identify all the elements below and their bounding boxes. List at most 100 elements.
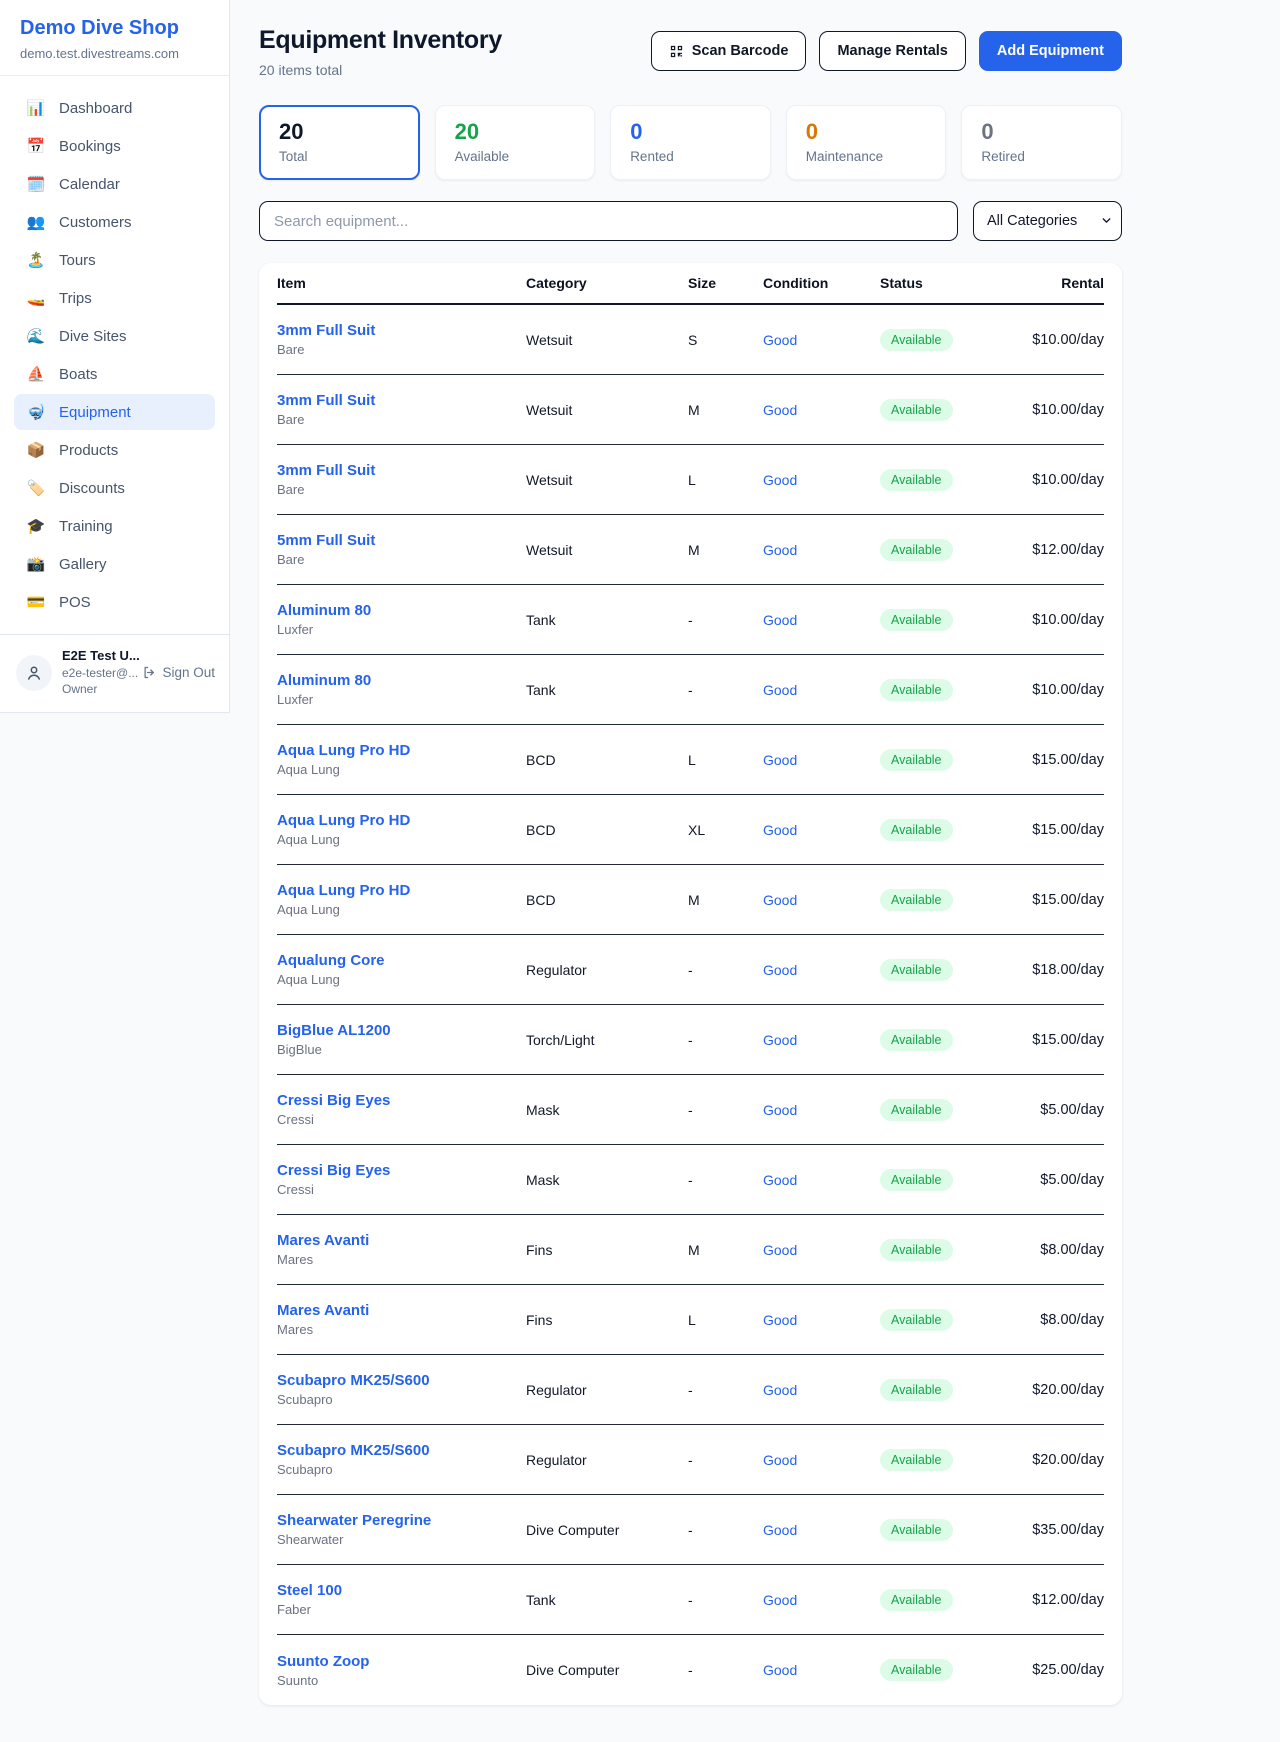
condition-link[interactable]: Good bbox=[763, 1452, 880, 1468]
item-brand: Scubapro bbox=[277, 1462, 526, 1477]
condition-link[interactable]: Good bbox=[763, 1172, 880, 1188]
sidebar-item-label: Equipment bbox=[59, 404, 131, 421]
item-name-link-5mm-full-suit[interactable]: 5mm Full Suit bbox=[277, 532, 526, 549]
item-name-link-mares-avanti[interactable]: Mares Avanti bbox=[277, 1302, 526, 1319]
item-brand: Suunto bbox=[277, 1673, 526, 1688]
item-name-link-steel-100[interactable]: Steel 100 bbox=[277, 1582, 526, 1599]
condition-link[interactable]: Good bbox=[763, 402, 880, 418]
item-name-link-shearwater-peregrine[interactable]: Shearwater Peregrine bbox=[277, 1512, 526, 1529]
condition-link[interactable]: Good bbox=[763, 332, 880, 348]
sidebar-item-dive-sites[interactable]: 🌊 Dive Sites bbox=[14, 318, 215, 354]
status-cell: Available bbox=[880, 399, 1001, 421]
item-brand: Luxfer bbox=[277, 622, 526, 637]
item-cell: 3mm Full Suit Bare bbox=[277, 322, 526, 357]
sidebar-item-boats[interactable]: ⛵ Boats bbox=[14, 356, 215, 392]
search-input[interactable] bbox=[259, 201, 958, 241]
item-name-link-bigblue-al1200[interactable]: BigBlue AL1200 bbox=[277, 1022, 526, 1039]
item-name-link-scubapro-mk25-s600[interactable]: Scubapro MK25/S600 bbox=[277, 1442, 526, 1459]
column-header-size: Size bbox=[688, 275, 763, 291]
size-cell: - bbox=[688, 1662, 763, 1678]
item-name-link-aqua-lung-pro-hd[interactable]: Aqua Lung Pro HD bbox=[277, 812, 526, 829]
condition-link[interactable]: Good bbox=[763, 1242, 880, 1258]
item-name-link-aluminum-80[interactable]: Aluminum 80 bbox=[277, 602, 526, 619]
sidebar-item-calendar[interactable]: 🗓️ Calendar bbox=[14, 166, 215, 202]
condition-link[interactable]: Good bbox=[763, 892, 880, 908]
stat-card-available[interactable]: 20 Available bbox=[435, 105, 596, 180]
condition-link[interactable]: Good bbox=[763, 472, 880, 488]
item-name-link-mares-avanti[interactable]: Mares Avanti bbox=[277, 1232, 526, 1249]
table-row: 5mm Full Suit Bare Wetsuit M Good Availa… bbox=[277, 515, 1104, 585]
status-badge: Available bbox=[880, 399, 953, 421]
size-cell: - bbox=[688, 1592, 763, 1608]
stat-card-maintenance[interactable]: 0 Maintenance bbox=[786, 105, 947, 180]
item-brand: Cressi bbox=[277, 1182, 526, 1197]
condition-link[interactable]: Good bbox=[763, 1032, 880, 1048]
condition-link[interactable]: Good bbox=[763, 1382, 880, 1398]
category-cell: BCD bbox=[526, 892, 688, 908]
sidebar-item-products[interactable]: 📦 Products bbox=[14, 432, 215, 468]
sidebar-item-training[interactable]: 🎓 Training bbox=[14, 508, 215, 544]
category-cell: Regulator bbox=[526, 1452, 688, 1468]
header-actions: Scan Barcode Manage Rentals Add Equipmen… bbox=[651, 26, 1122, 71]
item-name-link-cressi-big-eyes[interactable]: Cressi Big Eyes bbox=[277, 1162, 526, 1179]
item-name-link-aqua-lung-pro-hd[interactable]: Aqua Lung Pro HD bbox=[277, 882, 526, 899]
rental-price: $12.00/day bbox=[1001, 542, 1104, 558]
sidebar-item-customers[interactable]: 👥 Customers bbox=[14, 204, 215, 240]
stat-value: 0 bbox=[630, 119, 751, 145]
item-name-link-scubapro-mk25-s600[interactable]: Scubapro MK25/S600 bbox=[277, 1372, 526, 1389]
status-badge: Available bbox=[880, 1239, 953, 1261]
sign-out-button[interactable]: Sign Out bbox=[142, 665, 215, 680]
status-badge: Available bbox=[880, 679, 953, 701]
condition-link[interactable]: Good bbox=[763, 752, 880, 768]
condition-link[interactable]: Good bbox=[763, 1102, 880, 1118]
table-header: Item Category Size Condition Status Rent… bbox=[277, 263, 1104, 305]
item-brand: Faber bbox=[277, 1602, 526, 1617]
status-cell: Available bbox=[880, 819, 1001, 841]
rental-price: $12.00/day bbox=[1001, 1592, 1104, 1608]
condition-link[interactable]: Good bbox=[763, 1662, 880, 1678]
rental-price: $15.00/day bbox=[1001, 892, 1104, 908]
add-equipment-button[interactable]: Add Equipment bbox=[979, 31, 1122, 71]
item-name-link-suunto-zoop[interactable]: Suunto Zoop bbox=[277, 1653, 526, 1670]
condition-link[interactable]: Good bbox=[763, 1312, 880, 1328]
stat-card-total[interactable]: 20 Total bbox=[259, 105, 420, 180]
rental-price: $8.00/day bbox=[1001, 1242, 1104, 1258]
item-name-link-aluminum-80[interactable]: Aluminum 80 bbox=[277, 672, 526, 689]
sidebar-item-label: Tours bbox=[59, 252, 96, 269]
condition-link[interactable]: Good bbox=[763, 542, 880, 558]
sidebar-item-trips[interactable]: 🚤 Trips bbox=[14, 280, 215, 316]
table-row: BigBlue AL1200 BigBlue Torch/Light - Goo… bbox=[277, 1005, 1104, 1075]
category-select[interactable]: All Categories bbox=[973, 201, 1122, 241]
sidebar-item-discounts[interactable]: 🏷️ Discounts bbox=[14, 470, 215, 506]
category-cell: Wetsuit bbox=[526, 332, 688, 348]
sidebar-item-equipment[interactable]: 🤿 Equipment bbox=[14, 394, 215, 430]
nav-icon-calendar: 🗓️ bbox=[26, 175, 46, 193]
condition-link[interactable]: Good bbox=[763, 1522, 880, 1538]
item-name-link-aqualung-core[interactable]: Aqualung Core bbox=[277, 952, 526, 969]
stat-value: 20 bbox=[279, 119, 400, 145]
sidebar-item-pos[interactable]: 💳 POS bbox=[14, 584, 215, 620]
sidebar-item-tours[interactable]: 🏝️ Tours bbox=[14, 242, 215, 278]
scan-barcode-button[interactable]: Scan Barcode bbox=[651, 31, 807, 71]
item-name-link-3mm-full-suit[interactable]: 3mm Full Suit bbox=[277, 392, 526, 409]
condition-link[interactable]: Good bbox=[763, 612, 880, 628]
size-cell: S bbox=[688, 332, 763, 348]
item-name-link-cressi-big-eyes[interactable]: Cressi Big Eyes bbox=[277, 1092, 526, 1109]
condition-link[interactable]: Good bbox=[763, 822, 880, 838]
sidebar-item-dashboard[interactable]: 📊 Dashboard bbox=[14, 90, 215, 126]
sidebar-item-bookings[interactable]: 📅 Bookings bbox=[14, 128, 215, 164]
item-name-link-3mm-full-suit[interactable]: 3mm Full Suit bbox=[277, 462, 526, 479]
stat-card-retired[interactable]: 0 Retired bbox=[961, 105, 1122, 180]
table-row: Aluminum 80 Luxfer Tank - Good Available… bbox=[277, 585, 1104, 655]
item-name-link-3mm-full-suit[interactable]: 3mm Full Suit bbox=[277, 322, 526, 339]
item-brand: Mares bbox=[277, 1322, 526, 1337]
sidebar-item-gallery[interactable]: 📸 Gallery bbox=[14, 546, 215, 582]
stat-card-rented[interactable]: 0 Rented bbox=[610, 105, 771, 180]
item-name-link-aqua-lung-pro-hd[interactable]: Aqua Lung Pro HD bbox=[277, 742, 526, 759]
stat-label: Available bbox=[455, 149, 576, 164]
condition-link[interactable]: Good bbox=[763, 962, 880, 978]
table-row: Mares Avanti Mares Fins L Good Available… bbox=[277, 1285, 1104, 1355]
manage-rentals-button[interactable]: Manage Rentals bbox=[819, 31, 965, 71]
condition-link[interactable]: Good bbox=[763, 1592, 880, 1608]
condition-link[interactable]: Good bbox=[763, 682, 880, 698]
